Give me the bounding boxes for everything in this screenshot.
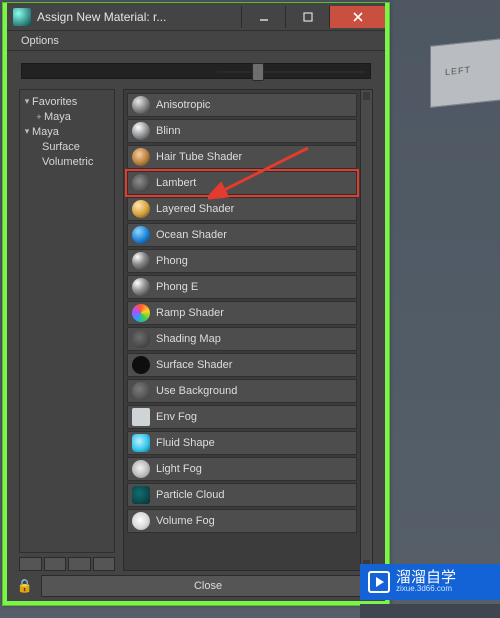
tree-nav-last[interactable] xyxy=(93,557,116,571)
material-label: Shading Map xyxy=(156,333,221,345)
material-item-surface-shader[interactable]: Surface Shader xyxy=(127,353,357,377)
ocean-shader-icon xyxy=(132,226,150,244)
slider-rail xyxy=(217,71,365,73)
material-item-shading-map[interactable]: Shading Map xyxy=(127,327,357,351)
material-item-light-fog[interactable]: Light Fog xyxy=(127,457,357,481)
tree-volumetric[interactable]: Volumetric xyxy=(22,154,112,169)
collapse-icon[interactable]: ▾ xyxy=(22,96,32,107)
material-label: Env Fog xyxy=(156,411,197,423)
tree-footer xyxy=(19,557,115,571)
volume-fog-icon xyxy=(132,512,150,530)
material-item-use-background[interactable]: Use Background xyxy=(127,379,357,403)
menu-options[interactable]: Options xyxy=(15,33,65,49)
material-item-ocean-shader[interactable]: Ocean Shader xyxy=(127,223,357,247)
material-item-particle-cloud[interactable]: Particle Cloud xyxy=(127,483,357,507)
window-close-button[interactable] xyxy=(329,6,385,28)
window-title: Assign New Material: r... xyxy=(37,10,241,24)
maximize-button[interactable] xyxy=(285,6,329,28)
dialog-footer: 🔒 Close xyxy=(7,571,385,601)
shading-map-icon xyxy=(132,330,150,348)
lambert-icon xyxy=(132,174,150,192)
lock-icon[interactable]: 🔒 xyxy=(17,578,33,594)
collapse-icon[interactable]: ▾ xyxy=(22,126,32,137)
material-label: Ocean Shader xyxy=(156,229,227,241)
material-item-env-fog[interactable]: Env Fog xyxy=(127,405,357,429)
tree-surface[interactable]: Surface xyxy=(22,139,112,154)
menubar: Options xyxy=(7,30,385,51)
material-label: Phong xyxy=(156,255,188,267)
material-label: Fluid Shape xyxy=(156,437,215,449)
material-item-ramp-shader[interactable]: Ramp Shader xyxy=(127,301,357,325)
titlebar[interactable]: Assign New Material: r... xyxy=(7,3,385,30)
slider-knob[interactable] xyxy=(252,63,264,81)
material-label: Lambert xyxy=(156,177,196,189)
source-footer xyxy=(360,604,500,618)
blinn-icon xyxy=(132,122,150,140)
tree-favorites[interactable]: ▾ Favorites xyxy=(22,94,112,109)
fluid-shape-icon xyxy=(132,434,150,452)
tree-nav-prev[interactable] xyxy=(44,557,67,571)
close-button[interactable]: Close xyxy=(41,575,375,597)
filter-slider-row xyxy=(7,51,385,89)
tree-nav-next[interactable] xyxy=(68,557,91,571)
material-list: Anisotropic Blinn Hair Tube Shader Lambert L… xyxy=(123,89,373,571)
use-background-icon xyxy=(132,382,150,400)
material-label: Volume Fog xyxy=(156,515,215,527)
phong-e-icon xyxy=(132,278,150,296)
material-item-layered-shader[interactable]: Layered Shader xyxy=(127,197,357,221)
material-item-hair-tube-shader[interactable]: Hair Tube Shader xyxy=(127,145,357,169)
phong-icon xyxy=(132,252,150,270)
material-label: Ramp Shader xyxy=(156,307,224,319)
particle-cloud-icon xyxy=(132,486,150,504)
material-label: Phong E xyxy=(156,281,198,293)
tree-favorites-maya[interactable]: + Maya xyxy=(22,109,112,124)
layered-shader-icon xyxy=(132,200,150,218)
bullet-icon: + xyxy=(34,112,44,122)
material-label: Light Fog xyxy=(156,463,202,475)
anisotropic-icon xyxy=(132,96,150,114)
hair-tube-shader-icon xyxy=(132,148,150,166)
filter-slider[interactable] xyxy=(21,63,371,79)
material-item-blinn[interactable]: Blinn xyxy=(127,119,357,143)
tree-maya[interactable]: ▾ Maya xyxy=(22,124,112,139)
material-label: Layered Shader xyxy=(156,203,234,215)
play-icon xyxy=(368,571,390,593)
env-fog-icon xyxy=(132,408,150,426)
material-item-volume-fog[interactable]: Volume Fog xyxy=(127,509,357,533)
category-tree[interactable]: ▾ Favorites + Maya ▾ Maya Surface xyxy=(19,89,115,553)
light-fog-icon xyxy=(132,460,150,478)
app-icon xyxy=(13,8,31,26)
material-item-anisotropic[interactable]: Anisotropic xyxy=(127,93,357,117)
surface-shader-icon xyxy=(132,356,150,374)
tree-nav-first[interactable] xyxy=(19,557,42,571)
material-scrollbar[interactable] xyxy=(360,90,372,570)
material-label: Use Background xyxy=(156,385,237,397)
material-label: Hair Tube Shader xyxy=(156,151,242,163)
assign-material-dialog: Assign New Material: r... Options xyxy=(2,2,390,606)
viewport-box xyxy=(430,38,500,108)
ramp-shader-icon xyxy=(132,304,150,322)
material-item-fluid-shape[interactable]: Fluid Shape xyxy=(127,431,357,455)
material-label: Blinn xyxy=(156,125,180,137)
material-item-phong-e[interactable]: Phong E xyxy=(127,275,357,299)
material-item-phong[interactable]: Phong xyxy=(127,249,357,273)
minimize-button[interactable] xyxy=(241,6,285,28)
material-item-lambert[interactable]: Lambert xyxy=(127,171,357,195)
material-label: Surface Shader xyxy=(156,359,232,371)
watermark: 溜溜自学 zixue.3d66.com xyxy=(360,564,500,600)
material-label: Particle Cloud xyxy=(156,489,224,501)
material-label: Anisotropic xyxy=(156,99,210,111)
